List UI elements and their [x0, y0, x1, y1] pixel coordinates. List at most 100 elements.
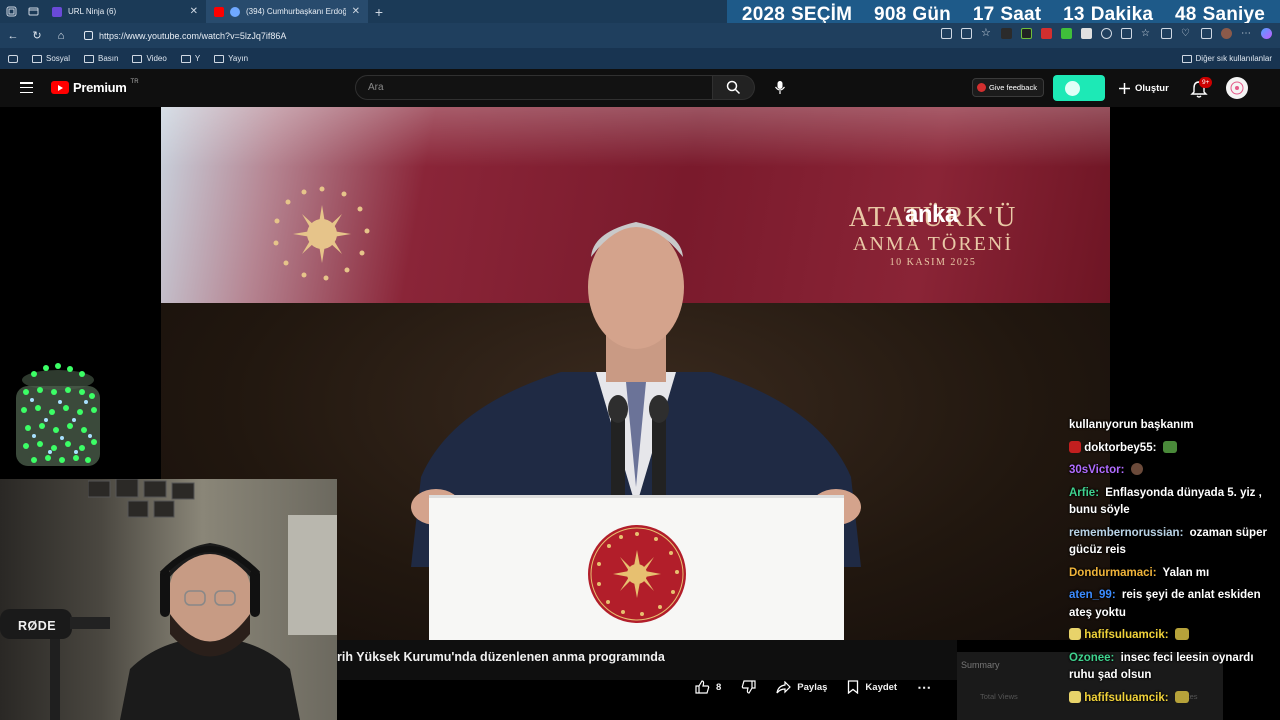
chat-message: 30sVictor:: [1069, 462, 1274, 480]
collections-icon[interactable]: [1161, 28, 1172, 39]
health-icon[interactable]: ♡: [1181, 28, 1192, 39]
total-views-label: Total Views: [980, 692, 1018, 701]
anka-watermark: anka: [905, 201, 958, 228]
back-icon[interactable]: ←: [6, 30, 20, 42]
url-text: https://www.youtube.com/watch?v=5lzJq7if…: [99, 30, 287, 41]
bookmark-folder-sosyal[interactable]: Sosyal: [32, 54, 70, 63]
chat-message: aten_99: reis şeyi de anlat eskiden ateş…: [1069, 589, 1261, 619]
save-button[interactable]: Kaydet: [847, 680, 897, 694]
toggle-knob: [1065, 81, 1080, 96]
close-icon[interactable]: ✕: [190, 6, 198, 17]
thumbs-down-icon: [742, 680, 756, 694]
avatar-icon: [1230, 81, 1244, 95]
notification-count-badge: 9+: [1199, 77, 1213, 88]
plus-icon: [1119, 82, 1130, 94]
voice-search-button[interactable]: [769, 76, 791, 98]
bookmark-folder-video[interactable]: Video: [132, 54, 167, 63]
site-info-icon[interactable]: [84, 31, 93, 40]
give-feedback-button[interactable]: Give feedback: [972, 78, 1044, 97]
backdrop-highlight: [161, 107, 1110, 167]
stream-chat-overlay: kullanıyorun başkanım doktorbey55: 30sVi…: [1069, 417, 1274, 712]
other-favorites[interactable]: Diğer sık kullanılanlar: [1181, 54, 1272, 63]
share-button[interactable]: Paylaş: [776, 680, 827, 694]
app-icon[interactable]: [961, 28, 972, 39]
search-input[interactable]: Ara: [355, 75, 713, 100]
extension-icon[interactable]: [1081, 28, 1092, 39]
streamer-figure: [120, 543, 300, 720]
url-ninja-favicon-icon: [52, 6, 62, 17]
home-icon[interactable]: ⌂: [54, 30, 68, 42]
badge-icon: [1069, 440, 1081, 453]
account-avatar[interactable]: [1226, 77, 1248, 99]
folder-icon: [180, 54, 191, 63]
youtube-favicon-icon: [214, 6, 224, 17]
more-options-icon[interactable]: ⋯: [1241, 28, 1252, 39]
microphone-icon: [775, 80, 785, 94]
tab-title: URL Ninja (6): [68, 7, 117, 16]
badge-icon: [1069, 690, 1081, 703]
create-button[interactable]: Oluştur: [1118, 78, 1169, 98]
chat-message: remembernorussian: ozaman süper gücüz re…: [1069, 526, 1267, 557]
tab-actions-icon[interactable]: [22, 0, 44, 23]
presidential-sun-emblem-icon: [273, 186, 370, 281]
url-field[interactable]: https://www.youtube.com/watch?v=5lzJq7if…: [78, 26, 858, 45]
share-icon: [776, 680, 792, 693]
badge-icon: [1069, 628, 1081, 640]
bookmark-folder-basin[interactable]: Basın: [84, 54, 118, 63]
emote-icon: [1130, 463, 1143, 475]
folder-icon: [84, 54, 95, 63]
folder-icon: [1181, 54, 1192, 63]
bookmark-folder-y[interactable]: Y: [180, 54, 200, 63]
extension-icon[interactable]: [1061, 28, 1072, 39]
extension-icon[interactable]: [1021, 28, 1032, 39]
reading-list-icon[interactable]: [8, 54, 18, 63]
gem-jar-widget: [16, 363, 100, 466]
extension-icon[interactable]: [1101, 28, 1112, 39]
new-tab-button[interactable]: +: [368, 4, 390, 20]
more-actions-icon[interactable]: ⋯: [917, 679, 931, 696]
chat-message: doktorbey55:: [1069, 440, 1274, 458]
folder-icon: [214, 54, 225, 63]
profile-avatar-icon[interactable]: [1221, 28, 1232, 39]
wall-photo-frames: [88, 479, 195, 518]
search-button[interactable]: [713, 75, 755, 100]
microphone-brand: RØDE: [18, 619, 57, 633]
youtube-premium-logo[interactable]: Premium TR: [51, 79, 139, 95]
copilot-icon[interactable]: [1261, 28, 1272, 39]
extension-icon[interactable]: [1001, 28, 1012, 39]
extensions-toolbar: ☆ ☆ ♡ ⋯: [941, 28, 1272, 39]
folder-icon: [32, 54, 42, 63]
streamer-webcam: RØDE: [0, 479, 337, 720]
emote-icon: [1174, 690, 1189, 703]
chat-message: Arfie: Enflasyonda dünyada 5. yiz , bunu…: [1069, 486, 1262, 517]
bookmark-icon: [848, 680, 859, 694]
screenshot-icon[interactable]: [1201, 28, 1212, 39]
chat-message: kullanıyorun başkanım: [1069, 419, 1194, 431]
folder-icon: [132, 54, 143, 63]
like-button[interactable]: 8: [695, 680, 721, 694]
split-screen-icon[interactable]: [1121, 28, 1132, 39]
extension-icon[interactable]: [1041, 28, 1052, 39]
refresh-icon[interactable]: ↻: [30, 29, 44, 42]
close-icon[interactable]: ✕: [352, 6, 360, 17]
feedback-icon: [977, 83, 986, 92]
bookmark-folder-yayin[interactable]: Yayın: [214, 54, 248, 63]
chat-message: Ozonee: insec feci leesin oynardı ruhu ş…: [1069, 651, 1254, 682]
dislike-button[interactable]: [741, 680, 756, 694]
favorites-bar: Sosyal Basın Video Y Yayın Diğer sık kul…: [0, 48, 1280, 69]
screen: URL Ninja (6) ✕ (394) Cumhurbaşkanı Erdo…: [0, 0, 1280, 720]
emote-icon: [1162, 440, 1177, 453]
translate-icon[interactable]: [941, 28, 952, 39]
workspaces-icon[interactable]: [0, 0, 22, 23]
favorite-star-icon[interactable]: ☆: [981, 28, 992, 39]
video-title: rih Yüksek Kurumu'nda düzenlenen anma pr…: [337, 650, 665, 664]
favorites-icon[interactable]: ☆: [1141, 28, 1152, 39]
menu-icon[interactable]: [20, 82, 33, 93]
chat-message: Dondurmamaci: Yalan mı: [1069, 566, 1210, 579]
tab-youtube-video[interactable]: (394) Cumhurbaşkanı Erdoğ ✕: [206, 0, 368, 23]
youtube-play-icon: [51, 81, 69, 94]
video-actions: 8 Paylaş Kaydet ⋯: [695, 676, 931, 698]
tab-url-ninja[interactable]: URL Ninja (6) ✕: [44, 0, 206, 23]
address-bar: ← ↻ ⌂ https://www.youtube.com/watch?v=5l…: [0, 23, 1280, 48]
emote-icon: [1174, 628, 1189, 640]
